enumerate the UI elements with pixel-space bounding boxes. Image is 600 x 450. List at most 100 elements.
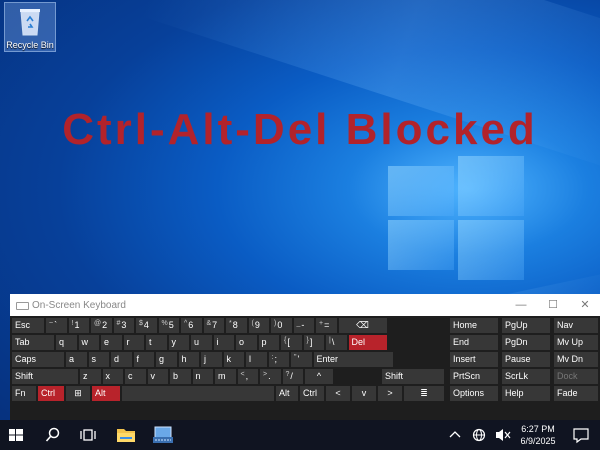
key-g[interactable]: g — [156, 352, 177, 367]
key-i[interactable]: i — [213, 335, 234, 350]
key-bracket-2[interactable]: |\ — [326, 335, 347, 350]
key-2[interactable]: !1 — [68, 318, 89, 333]
key-shift-left[interactable]: Shift — [12, 369, 78, 384]
key-10[interactable]: (9 — [248, 318, 269, 333]
key-windows[interactable]: ⊞ — [66, 386, 90, 401]
key-m[interactable]: m — [215, 369, 236, 384]
key-o[interactable]: o — [236, 335, 257, 350]
key-nav-help[interactable]: Help — [502, 386, 550, 401]
key-down-arrow[interactable]: v — [352, 386, 376, 401]
key-a[interactable]: a — [66, 352, 87, 367]
key-up-arrow[interactable]: ^ — [305, 369, 333, 384]
key-nav-pause[interactable]: Pause — [502, 352, 550, 367]
key-u[interactable]: u — [191, 335, 212, 350]
minimize-button[interactable]: — — [506, 297, 536, 313]
key-nav-home[interactable]: Home — [450, 318, 498, 333]
key-4[interactable]: #3 — [113, 318, 134, 333]
key-13[interactable]: += — [316, 318, 337, 333]
key-shift-label: # — [116, 320, 121, 327]
key-right-arrow[interactable]: > — [378, 386, 402, 401]
key-w[interactable]: w — [78, 335, 99, 350]
close-button[interactable]: ✕ — [570, 297, 600, 313]
key-ctrl-right[interactable]: Ctrl — [300, 386, 324, 401]
key-menu[interactable]: ≣ — [404, 386, 444, 401]
key-shift-label: ? — [285, 371, 290, 378]
recycle-bin-desktop-icon[interactable]: Recycle Bin — [4, 2, 56, 52]
key-shift-label: * — [229, 320, 232, 327]
key-nav-dock[interactable]: Dock — [554, 369, 598, 384]
key-b[interactable]: b — [170, 369, 191, 384]
key-punct-1[interactable]: "' — [291, 352, 312, 367]
key-s[interactable]: s — [88, 352, 109, 367]
task-view-icon[interactable] — [79, 420, 97, 450]
notification-icon[interactable] — [572, 420, 590, 450]
key-9[interactable]: *8 — [226, 318, 247, 333]
key-bracket-1[interactable]: }] — [303, 335, 324, 350]
key-j[interactable]: j — [201, 352, 222, 367]
network-globe-icon[interactable] — [470, 420, 488, 450]
key-del[interactable]: Del — [348, 335, 387, 350]
system-clock[interactable]: 6:27 PM 6/9/2025 — [510, 423, 566, 447]
key-ctrl-left[interactable]: Ctrl — [38, 386, 64, 401]
key-v[interactable]: v — [147, 369, 168, 384]
key-caps[interactable]: Caps — [12, 352, 64, 367]
key-zpunct-0[interactable]: <, — [237, 369, 258, 384]
key-bracket-0[interactable]: {[ — [281, 335, 302, 350]
key-5[interactable]: $4 — [136, 318, 157, 333]
key-k[interactable]: k — [223, 352, 244, 367]
key-12[interactable]: _- — [293, 318, 314, 333]
key-nav-fade[interactable]: Fade — [554, 386, 598, 401]
key-enter[interactable]: Enter — [313, 352, 393, 367]
key-h[interactable]: h — [178, 352, 199, 367]
key-zpunct-2[interactable]: ?/ — [282, 369, 303, 384]
osk-title-bar[interactable]: On-Screen Keyboard — ☐ ✕ — [10, 294, 600, 316]
key-esc[interactable]: Esc — [12, 318, 44, 333]
key-n[interactable]: n — [192, 369, 213, 384]
key-d[interactable]: d — [111, 352, 132, 367]
key-space[interactable] — [122, 386, 274, 401]
key-t[interactable]: t — [146, 335, 167, 350]
key-nav-mv-up[interactable]: Mv Up — [554, 335, 598, 350]
key-y[interactable]: y — [168, 335, 189, 350]
key-nav-end[interactable]: End — [450, 335, 498, 350]
file-explorer-icon[interactable] — [116, 420, 136, 450]
key-nav-scrlk[interactable]: ScrLk — [502, 369, 550, 384]
key-p[interactable]: p — [258, 335, 279, 350]
key-nav-pgdn[interactable]: PgDn — [502, 335, 550, 350]
on-screen-keyboard-window[interactable]: On-Screen Keyboard — ☐ ✕ Esc ~` !1 @2 #3 $4 %5… — [10, 294, 600, 420]
key-q[interactable]: q — [56, 335, 77, 350]
key-11[interactable]: )0 — [271, 318, 292, 333]
key-backspace[interactable]: ⌫ — [338, 318, 387, 333]
on-screen-keyboard-taskbar-icon[interactable] — [152, 420, 174, 450]
key-f[interactable]: f — [133, 352, 154, 367]
search-icon[interactable] — [44, 420, 62, 450]
key-6[interactable]: %5 — [158, 318, 179, 333]
maximize-button[interactable]: ☐ — [538, 297, 568, 313]
key-zpunct-1[interactable]: >. — [260, 369, 281, 384]
key-punct-0[interactable]: :; — [268, 352, 289, 367]
chevron-up-icon[interactable] — [448, 420, 462, 450]
key-left-arrow[interactable]: < — [326, 386, 350, 401]
windows-start-icon[interactable] — [8, 420, 24, 450]
key-nav-mv-dn[interactable]: Mv Dn — [554, 352, 598, 367]
key-nav-prtscn[interactable]: PrtScn — [450, 369, 498, 384]
key-alt-left[interactable]: Alt — [92, 386, 120, 401]
key-1[interactable]: ~` — [46, 318, 67, 333]
key-nav-options[interactable]: Options — [450, 386, 498, 401]
key-fn[interactable]: Fn — [12, 386, 36, 401]
key-7[interactable]: ^6 — [181, 318, 202, 333]
key-z[interactable]: z — [80, 369, 101, 384]
key-nav-nav[interactable]: Nav — [554, 318, 598, 333]
key-c[interactable]: c — [125, 369, 146, 384]
key-e[interactable]: e — [101, 335, 122, 350]
key-shift-right[interactable]: Shift — [382, 369, 444, 384]
key-x[interactable]: x — [102, 369, 123, 384]
key-nav-insert[interactable]: Insert — [450, 352, 498, 367]
key-3[interactable]: @2 — [91, 318, 112, 333]
key-nav-pgup[interactable]: PgUp — [502, 318, 550, 333]
key-l[interactable]: l — [246, 352, 267, 367]
key-8[interactable]: &7 — [203, 318, 224, 333]
key-r[interactable]: r — [123, 335, 144, 350]
key-alt-right[interactable]: Alt — [276, 386, 298, 401]
key-tab[interactable]: Tab — [12, 335, 54, 350]
